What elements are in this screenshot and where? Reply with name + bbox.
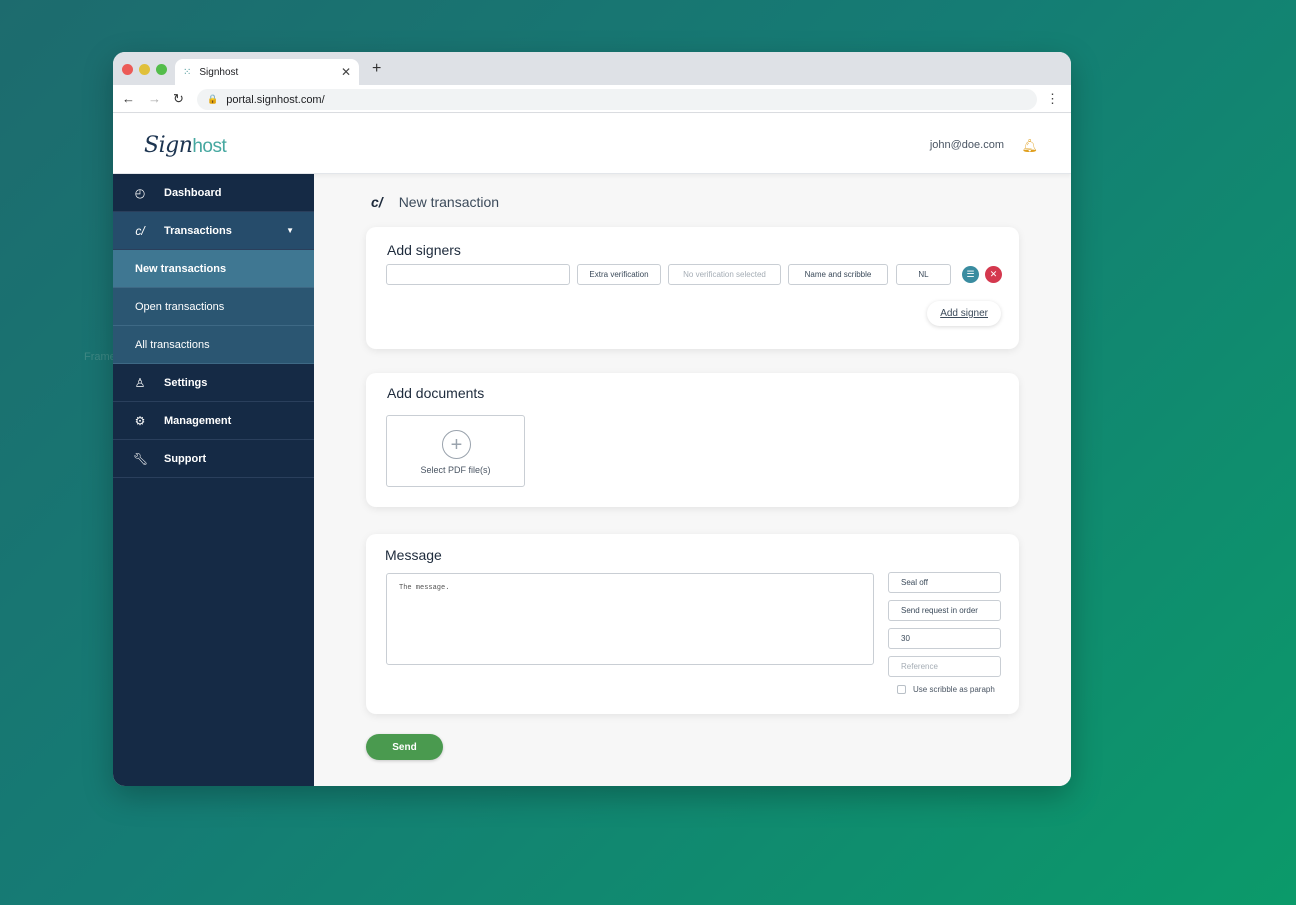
signers-title: Add signers (387, 242, 461, 258)
add-signer-button[interactable]: Add signer (927, 301, 1001, 326)
forward-arrow-icon[interactable]: → (148, 91, 161, 106)
back-arrow-icon[interactable]: ← (122, 91, 135, 106)
main-content: c/ New transaction Add signers Extra ver… (314, 174, 1071, 786)
signhost-favicon-icon: ⁙ (183, 66, 192, 78)
reference-input[interactable]: Reference (888, 656, 1001, 677)
browser-window: ⁙ Signhost ✕ + ← → ↻ 🔒 portal.signhost.c… (113, 52, 1071, 786)
seal-select[interactable]: Seal off (888, 572, 1001, 593)
user-settings-icon: ♙ (134, 375, 146, 390)
sidebar-item-management[interactable]: ⚙ Management (113, 402, 314, 440)
close-window-button[interactable] (122, 64, 133, 75)
user-email[interactable]: john@doe.com (930, 139, 1004, 151)
app-header: Signhost john@doe.com 🔔︎ (113, 114, 1071, 174)
signer-name-input[interactable] (386, 264, 570, 285)
message-textarea[interactable]: The message. (386, 573, 874, 665)
sidebar-item-support[interactable]: 🔧︎ Support (113, 440, 314, 478)
sidebar-subitem-new-transactions[interactable]: New transactions (113, 250, 314, 288)
sidebar-subitem-open-transactions[interactable]: Open transactions (113, 288, 314, 326)
paraph-label: Use scribble as paraph (913, 685, 995, 694)
sidebar: ◴ Dashboard c/ Transactions ▼ New transa… (113, 174, 314, 786)
maximize-window-button[interactable] (156, 64, 167, 75)
sidebar-item-label: Settings (164, 376, 208, 389)
message-title: Message (385, 547, 442, 563)
caret-down-icon: ▼ (286, 226, 294, 235)
sidebar-item-label: Management (164, 414, 232, 427)
language-select[interactable]: NL (896, 264, 951, 285)
new-tab-icon[interactable]: + (372, 60, 381, 78)
extra-verification-button[interactable]: Extra verification (577, 264, 661, 285)
browser-tabbar: ⁙ Signhost ✕ + (113, 52, 1071, 85)
url-field[interactable]: 🔒 portal.signhost.com/ (197, 89, 1037, 110)
pdf-upload-box[interactable]: + Select PDF file(s) (386, 415, 525, 487)
signature-icon: c/ (135, 223, 145, 238)
tab-title: Signhost (199, 66, 239, 78)
send-order-select[interactable]: Send request in order (888, 600, 1001, 621)
paraph-checkbox[interactable] (897, 685, 906, 694)
sidebar-subitem-all-transactions[interactable]: All transactions (113, 326, 314, 364)
bell-icon[interactable]: 🔔︎ (1021, 138, 1038, 154)
signature-icon: c/ (371, 194, 383, 210)
logo-host: host (192, 136, 227, 157)
signhost-logo[interactable]: Signhost (144, 133, 227, 158)
reload-icon[interactable]: ↻ (173, 91, 184, 107)
gauge-icon: ◴ (134, 185, 146, 200)
sidebar-item-label: Transactions (164, 224, 232, 237)
message-card: Message The message. Seal off Send reque… (366, 534, 1019, 714)
browser-tab[interactable]: ⁙ Signhost ✕ (175, 59, 359, 85)
days-input[interactable]: 30 (888, 628, 1001, 649)
address-bar: ← → ↻ 🔒 portal.signhost.com/ ⋮ (113, 85, 1071, 113)
window-controls (122, 64, 167, 75)
documents-title: Add documents (387, 385, 485, 401)
minimize-window-button[interactable] (139, 64, 150, 75)
signer-details-icon[interactable]: ☰ (962, 266, 979, 283)
sidebar-item-dashboard[interactable]: ◴ Dashboard (113, 174, 314, 212)
verification-select[interactable]: No verification selected (668, 264, 781, 285)
signing-method-select[interactable]: Name and scribble (788, 264, 888, 285)
plus-circle-icon: + (442, 430, 471, 459)
page-title-text: New transaction (398, 194, 500, 210)
url-text: portal.signhost.com/ (226, 93, 325, 106)
sidebar-item-settings[interactable]: ♙ Settings (113, 364, 314, 402)
sidebar-item-label: Support (164, 452, 207, 465)
lock-icon: 🔒 (207, 94, 219, 104)
remove-signer-icon[interactable]: ✕ (985, 266, 1002, 283)
documents-card: Add documents + Select PDF file(s) (366, 373, 1019, 507)
paraph-option: Use scribble as paraph (897, 685, 995, 694)
sidebar-item-label: Dashboard (164, 186, 222, 199)
page-title: c/ New transaction (371, 194, 499, 210)
browser-menu-icon[interactable]: ⋮ (1046, 91, 1059, 107)
sidebar-item-transactions[interactable]: c/ Transactions ▼ (113, 212, 314, 250)
gear-icon: ⚙ (134, 413, 146, 428)
upload-label: Select PDF file(s) (420, 465, 491, 475)
send-button[interactable]: Send (366, 734, 443, 760)
tab-close-icon[interactable]: ✕ (341, 65, 351, 79)
logo-sign: Sign (144, 133, 193, 158)
signers-card: Add signers Extra verification No verifi… (366, 227, 1019, 349)
wrench-icon: 🔧︎ (133, 451, 149, 466)
